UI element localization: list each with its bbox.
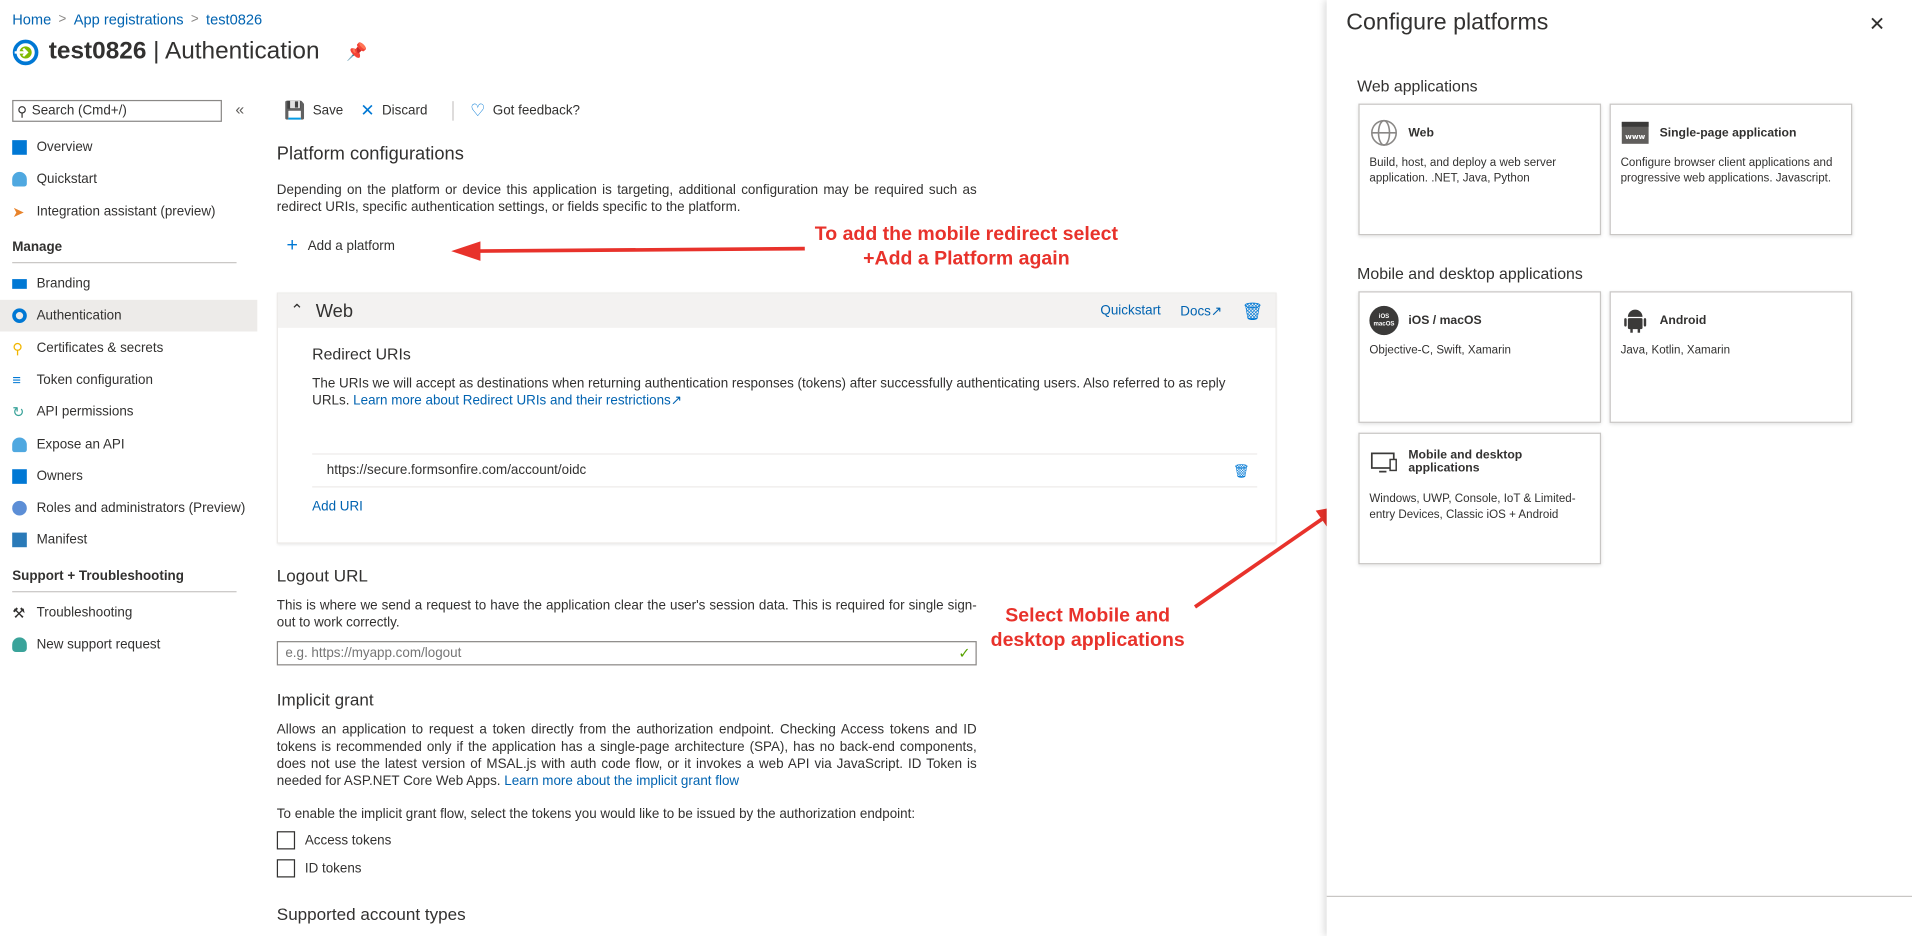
platform-tile-web[interactable]: Web Build, host, and deploy a web server… xyxy=(1358,103,1602,236)
configure-platforms-panel: Configure platforms ✕ Web applications W… xyxy=(1326,0,1912,936)
tile-description: Configure browser client applications an… xyxy=(1620,156,1833,186)
annotation-arrow-top xyxy=(477,246,805,253)
apple-icon: iOS macOS xyxy=(1369,305,1399,336)
browser-icon: www xyxy=(1621,121,1649,144)
tile-title: Single-page application xyxy=(1659,126,1797,140)
mobile-desktop-heading: Mobile and desktop applications xyxy=(1357,264,1583,283)
platform-tile-mobile-desktop[interactable]: Mobile and desktop applications Windows,… xyxy=(1358,432,1602,565)
annotation-text-bottom: Select Mobile and desktop applications xyxy=(990,605,1185,651)
tile-description: Objective-C, Swift, Xamarin xyxy=(1369,343,1512,358)
android-icon xyxy=(1624,309,1647,333)
platform-tile-spa[interactable]: www Single-page application Configure br… xyxy=(1609,103,1853,236)
tile-description: Windows, UWP, Console, IoT & Limited-ent… xyxy=(1369,492,1576,522)
platform-tile-ios-macos[interactable]: iOS macOS iOS / macOS Objective-C, Swift… xyxy=(1358,291,1602,423)
tile-title: Android xyxy=(1659,313,1707,328)
annotation-text-top: To add the mobile redirect select +Add a … xyxy=(814,224,1118,270)
tile-title: Mobile and desktop applications xyxy=(1408,448,1523,476)
platform-tile-android[interactable]: Android Java, Kotlin, Xamarin xyxy=(1609,291,1853,423)
annotation-arrowhead-top xyxy=(451,241,481,261)
tile-description: Build, host, and deploy a web server app… xyxy=(1369,156,1557,186)
tile-title: Web xyxy=(1408,126,1434,140)
web-applications-heading: Web applications xyxy=(1357,76,1478,96)
panel-footer xyxy=(1326,895,1912,897)
tile-title: iOS / macOS xyxy=(1408,313,1482,328)
svg-text:www: www xyxy=(1625,132,1645,141)
tile-description: Java, Kotlin, Xamarin xyxy=(1620,343,1731,358)
desktop-icon xyxy=(1370,452,1397,473)
globe-icon xyxy=(1371,119,1397,146)
close-icon[interactable]: ✕ xyxy=(1869,12,1885,36)
annotation-arrow-bottom xyxy=(1193,517,1323,609)
panel-title: Configure platforms xyxy=(1346,9,1549,36)
